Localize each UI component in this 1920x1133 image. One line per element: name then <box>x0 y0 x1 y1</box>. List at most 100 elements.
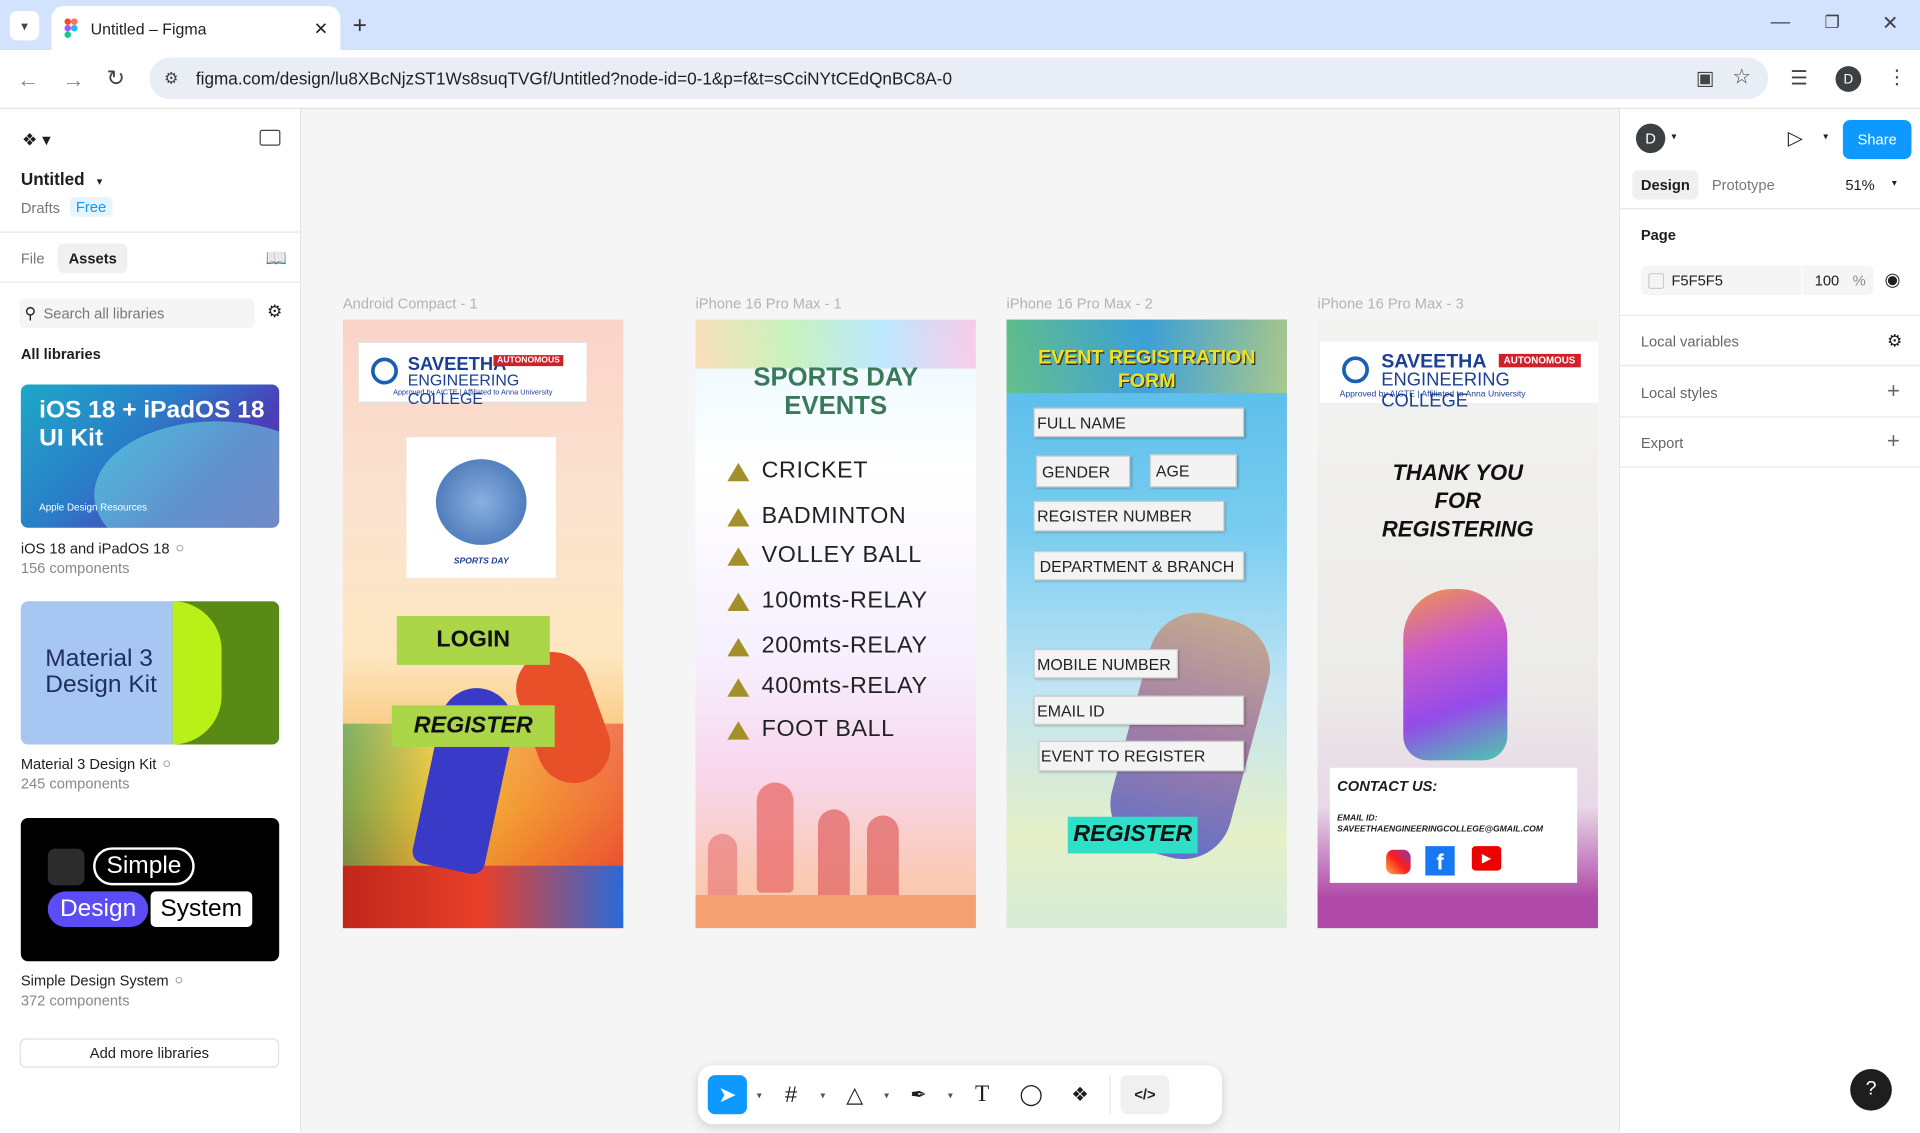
move-tool-button[interactable]: ➤ <box>707 1075 747 1115</box>
page-color-hex[interactable]: F5F5F5 <box>1671 272 1722 289</box>
login-button[interactable]: LOGIN <box>396 615 550 665</box>
event-field[interactable]: EVENT TO REGISTER <box>1038 740 1245 772</box>
gender-field[interactable]: GENDER <box>1035 455 1131 488</box>
frame-label[interactable]: iPhone 16 Pro Max - 1 <box>696 295 842 312</box>
close-window-icon[interactable]: ✕ <box>1882 11 1898 35</box>
add-libraries-button[interactable]: Add more libraries <box>19 1038 280 1068</box>
chevron-down-icon[interactable]: ▾ <box>1671 131 1676 142</box>
site-info-icon[interactable]: ⚙ <box>164 69 178 89</box>
user-avatar[interactable]: D <box>1635 123 1666 154</box>
bullet-triangle-icon <box>727 462 750 481</box>
divider <box>1620 314 1920 316</box>
close-tab-icon[interactable]: ✕ <box>314 18 328 39</box>
media-control-icon[interactable]: ☰ <box>1790 66 1808 90</box>
full-name-field[interactable]: FULL NAME <box>1033 407 1245 438</box>
minimize-icon[interactable]: — <box>1771 12 1791 34</box>
dev-mode-toggle[interactable]: </> <box>1120 1075 1170 1115</box>
age-field[interactable]: AGE <box>1149 454 1237 488</box>
library-name[interactable]: Simple Design System ⚪ <box>21 972 185 989</box>
browser-tab[interactable]: Untitled – Figma ✕ <box>51 6 341 51</box>
address-bar[interactable]: ⚙ figma.com/design/lu8XBcNjzST1Ws8suqTVG… <box>149 57 1769 100</box>
frame-registration-form[interactable]: EVENT REGISTRATION FORM FULL NAME GENDER… <box>1006 319 1287 929</box>
help-button[interactable]: ? <box>1850 1068 1892 1111</box>
visibility-eye-icon[interactable]: ◉ <box>1885 268 1901 290</box>
globe-icon: ⚪ <box>160 755 173 773</box>
browser-menu-icon[interactable]: ⋮ <box>1887 65 1907 89</box>
comment-tool-button[interactable]: ◯ <box>1012 1075 1051 1114</box>
present-play-icon[interactable]: ▷ <box>1788 126 1803 150</box>
register-button[interactable]: REGISTER <box>391 705 555 747</box>
bookmark-star-icon[interactable]: ☆ <box>1732 65 1751 89</box>
chevron-down-icon[interactable]: ▾ <box>1823 131 1828 142</box>
tab-design[interactable]: Design <box>1632 170 1699 200</box>
email-field[interactable]: EMAIL ID <box>1033 695 1245 725</box>
instagram-icon[interactable] <box>1386 849 1411 875</box>
reload-icon[interactable]: ↻ <box>107 66 125 92</box>
add-style-plus-icon[interactable]: + <box>1887 378 1900 404</box>
chevron-down-icon[interactable]: ▾ <box>757 1089 762 1100</box>
facebook-icon[interactable]: f <box>1425 846 1455 876</box>
department-field[interactable]: DEPARTMENT & BRANCH <box>1033 551 1245 581</box>
youtube-icon[interactable]: ▶ <box>1471 846 1502 871</box>
chevron-down-icon[interactable]: ▾ <box>1892 178 1897 189</box>
pen-tool-button[interactable]: ✒ <box>899 1075 938 1114</box>
event-item: VOLLEY BALL <box>727 542 922 569</box>
local-styles-section[interactable]: Local styles <box>1641 384 1718 401</box>
file-name[interactable]: Untitled ▾ <box>21 169 102 189</box>
export-section[interactable]: Export <box>1641 435 1683 452</box>
figma-main-menu-icon[interactable]: ❖ ▾ <box>22 130 51 151</box>
frame-events[interactable]: SPORTS DAY EVENTS CRICKET BADMINTON VOLL… <box>695 319 976 929</box>
restore-icon[interactable]: ❐ <box>1825 12 1840 33</box>
chevron-down-icon[interactable]: ▾ <box>884 1089 889 1100</box>
text-tool-button[interactable]: T <box>963 1075 1002 1114</box>
library-thumb-material[interactable]: Material 3 Design Kit <box>20 601 280 745</box>
frame-android-login[interactable]: SAVEETHA AUTONOMOUS ENGINEERING COLLEGE … <box>342 319 624 929</box>
local-variables-section[interactable]: Local variables <box>1641 333 1739 350</box>
variables-settings-icon[interactable]: ⚙ <box>1887 331 1902 352</box>
zoom-level[interactable]: 51% <box>1845 176 1874 193</box>
tab-assets[interactable]: Assets <box>57 243 128 274</box>
runner-silhouette <box>756 782 794 893</box>
register-number-field[interactable]: REGISTER NUMBER <box>1033 500 1225 532</box>
new-tab-icon[interactable]: + <box>353 12 367 40</box>
filter-settings-icon[interactable]: ⚙ <box>267 301 282 322</box>
library-thumb-ios[interactable]: iOS 18 + iPadOS 18 UI Kit Apple Design R… <box>20 384 280 528</box>
share-button[interactable]: Share <box>1842 120 1912 160</box>
library-name[interactable]: iOS 18 and iPadOS 18 ⚪ <box>21 540 186 557</box>
search-input[interactable]: Search all libraries <box>44 305 165 322</box>
college-logo-banner: SAVEETHA AUTONOMOUS ENGINEERING COLLEGE … <box>357 341 588 408</box>
back-icon[interactable]: ← <box>17 67 39 93</box>
color-swatch[interactable] <box>1648 273 1665 289</box>
frame-tool-button[interactable]: # <box>771 1075 810 1114</box>
add-export-plus-icon[interactable]: + <box>1887 429 1900 455</box>
bottom-toolbar: ➤ ▾ # ▾ △ ▾ ✒ ▾ T ◯ ❖ </> <box>697 1065 1223 1125</box>
chevron-down-icon[interactable]: ▾ <box>948 1089 953 1100</box>
sidebar-toggle-icon[interactable] <box>259 129 281 146</box>
cast-blocked-icon[interactable]: ▣ <box>1696 66 1715 90</box>
file-menu-chevron-icon[interactable]: ▾ <box>97 175 103 187</box>
tab-prototype[interactable]: Prototype <box>1712 176 1775 193</box>
frame-label[interactable]: iPhone 16 Pro Max - 3 <box>1318 295 1464 312</box>
actions-tool-button[interactable]: ❖ <box>1060 1075 1099 1114</box>
tab-search-chevron-icon[interactable]: ▾ <box>9 11 40 41</box>
page-opacity[interactable]: 100 <box>1815 272 1840 289</box>
forward-icon[interactable]: → <box>62 67 84 93</box>
library-book-icon[interactable]: 📖 <box>266 247 287 268</box>
frame-thank-you[interactable]: SAVEETHA AUTONOMOUS ENGINEERING COLLEGE … <box>1317 319 1598 929</box>
submit-register-button[interactable]: REGISTER <box>1067 816 1198 854</box>
page-color-field[interactable]: F5F5F5 100 % <box>1640 265 1874 296</box>
design-canvas[interactable]: Android Compact - 1 iPhone 16 Pro Max - … <box>301 108 1619 1133</box>
library-thumb-simple[interactable]: Simple Design System <box>20 817 280 962</box>
tab-file[interactable]: File <box>21 250 45 267</box>
library-search[interactable]: ⚲ Search all libraries <box>19 298 255 329</box>
file-location[interactable]: Drafts <box>21 200 60 217</box>
profile-avatar[interactable]: D <box>1835 66 1862 92</box>
plan-badge[interactable]: Free <box>69 197 113 217</box>
mobile-number-field[interactable]: MOBILE NUMBER <box>1033 648 1178 679</box>
runner-silhouette <box>817 809 850 908</box>
frame-label[interactable]: Android Compact - 1 <box>343 295 478 312</box>
shape-tool-button[interactable]: △ <box>835 1075 874 1114</box>
frame-label[interactable]: iPhone 16 Pro Max - 2 <box>1007 295 1153 312</box>
chevron-down-icon[interactable]: ▾ <box>820 1089 825 1100</box>
library-name[interactable]: Material 3 Design Kit ⚪ <box>21 756 173 773</box>
